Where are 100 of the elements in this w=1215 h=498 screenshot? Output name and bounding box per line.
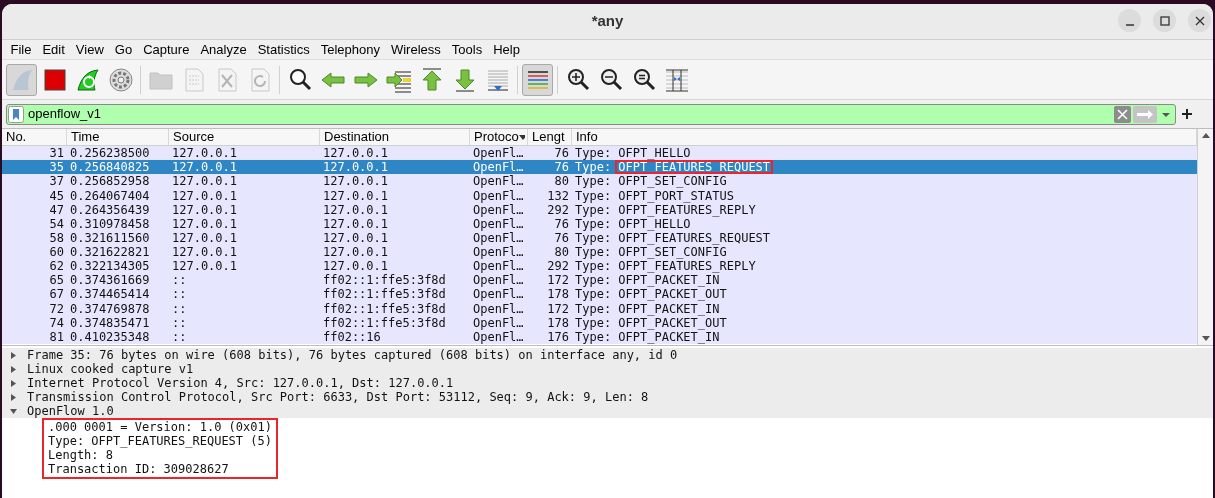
table-cell: 127.0.0.1 [323, 259, 389, 274]
menu-item[interactable]: Telephony [315, 39, 386, 60]
table-cell: 76 [554, 230, 569, 245]
sort-arrow-icon[interactable] [518, 134, 525, 140]
table-cell: 0.256852958 [70, 174, 150, 189]
table-cell: 172 [547, 301, 569, 316]
collapse-arrow-icon[interactable] [10, 407, 17, 415]
table-cell: 81 [49, 329, 64, 344]
table-cell: Type: OFPT_PACKET_OUT [575, 315, 727, 330]
packet-row[interactable]: 31 0.256238500 127.0.0.1 127.0.0.1 OpenFl… 76 Type: OFPT_HELLO [2, 146, 1197, 161]
menu-item[interactable]: Edit [36, 39, 71, 60]
column-header[interactable]: Source [173, 129, 215, 145]
table-cell: 127.0.0.1 [323, 245, 389, 260]
table-cell: 58 [49, 230, 64, 245]
table-cell: 127.0.0.1 [323, 174, 389, 189]
table-cell: Type: OFPT_PORT_STATUS [575, 188, 734, 203]
packet-row[interactable]: 65 0.374361669 :: ff02::1:ffe5:3f8d OpenFl… 172 Type: OFPT_PACKET_IN [2, 273, 1197, 288]
expand-arrow-icon[interactable] [10, 351, 17, 359]
menu-item[interactable]: Tools [446, 39, 488, 60]
table-cell: 0.264067404 [70, 188, 150, 203]
display-filter-field[interactable]: openflow_v1 [6, 103, 1176, 125]
packet-row[interactable]: 37 0.256852958 127.0.0.1 127.0.0.1 OpenFl… 80 Type: OFPT_SET_CONFIG [2, 174, 1197, 189]
table-cell: Type: OFPT_SET_CONFIG [575, 245, 727, 260]
table-cell: OpenFl… [473, 245, 524, 260]
table-cell: 76 [554, 216, 569, 231]
packet-row[interactable]: 45 0.264067404 127.0.0.1 127.0.0.1 OpenFl… 132 Type: OFPT_PORT_STATUS [2, 188, 1197, 203]
expand-arrow-icon[interactable] [10, 393, 17, 401]
close-icon [1194, 15, 1205, 26]
table-cell: OpenFl… [473, 329, 524, 344]
table-cell: :: [172, 287, 187, 302]
table-cell: OpenFl… [473, 259, 524, 274]
table-cell: 31 [49, 146, 64, 161]
table-cell: Type: OFPT_PACKET_IN [575, 329, 720, 344]
table-cell: OpenFl… [473, 188, 524, 203]
column-header[interactable]: Destination [324, 129, 390, 145]
table-cell: ff02::1:ffe5:3f8d [323, 273, 446, 288]
scrollbar[interactable] [1197, 129, 1213, 345]
table-cell: 292 [547, 259, 569, 274]
column-header[interactable]: Protoco [474, 129, 519, 145]
table-cell: 45 [49, 188, 64, 203]
table-cell: 127.0.0.1 [323, 160, 389, 175]
table-cell: 80 [554, 245, 569, 260]
table-cell: ff02::1:ffe5:3f8d [323, 315, 446, 330]
table-cell: 127.0.0.1 [172, 146, 238, 161]
table-cell: OpenFl… [473, 273, 524, 288]
menu-item[interactable]: File [5, 39, 37, 60]
close-button[interactable] [1188, 9, 1211, 32]
table-cell: ff02::16 [323, 329, 381, 344]
table-cell: 0.374465414 [70, 287, 150, 302]
table-cell: 0.256840825 [70, 160, 150, 175]
table-cell: 0.374835471 [70, 315, 150, 330]
menu-item[interactable]: Capture [137, 39, 195, 60]
menu-item[interactable]: Help [487, 39, 526, 60]
table-cell: Type: OFPT_SET_CONFIG [575, 174, 727, 189]
maximize-button[interactable] [1153, 9, 1176, 32]
bookmark-icon[interactable] [8, 105, 24, 123]
window-title: *any [591, 11, 624, 32]
table-cell: 178 [547, 287, 569, 302]
plus-icon[interactable] [1182, 109, 1192, 119]
table-cell: Type: OFPT_HELLO [575, 216, 691, 231]
table-cell: 0.410235348 [70, 329, 150, 344]
menu-item[interactable]: Analyze [194, 39, 253, 60]
column-header[interactable]: Lengt [532, 129, 565, 145]
tree-item[interactable]: OpenFlow 1.0 [27, 402, 114, 420]
table-cell: 132 [547, 188, 569, 203]
menu-item[interactable]: Wireless [385, 39, 447, 60]
table-cell: 0.264356439 [70, 202, 150, 217]
table-cell: 127.0.0.1 [323, 202, 389, 217]
expand-arrow-icon[interactable] [10, 365, 17, 373]
menu-item[interactable]: Statistics [252, 39, 316, 60]
table-cell: Type: OFPT_HELLO [575, 146, 691, 161]
packet-row[interactable]: 35 0.256840825 127.0.0.1 127.0.0.1 OpenFl… 76 Type: OFPT_FEATURES_REQUEST [2, 160, 1197, 175]
table-cell: 172 [547, 273, 569, 288]
column-header[interactable]: No. [6, 129, 27, 145]
scroll-up-icon[interactable] [1200, 131, 1211, 139]
table-cell: :: [172, 301, 187, 316]
table-cell: Type: OFPT_FEATURES_REPLY [575, 259, 756, 274]
clear-icon[interactable] [1114, 105, 1131, 123]
column-header[interactable]: Info [576, 129, 598, 145]
minimize-button[interactable] [1118, 9, 1141, 32]
packet-row[interactable]: 62 0.322134305 127.0.0.1 127.0.0.1 OpenFl… 292 Type: OFPT_FEATURES_REPLY [2, 259, 1197, 274]
table-cell: 76 [554, 160, 569, 175]
table-cell: 127.0.0.1 [323, 216, 389, 231]
table-cell: 127.0.0.1 [172, 216, 238, 231]
table-cell: 127.0.0.1 [323, 146, 389, 161]
scroll-down-icon[interactable] [1200, 335, 1211, 343]
menu-item[interactable]: View [70, 39, 110, 60]
menu-item[interactable]: Go [109, 39, 138, 60]
table-cell: OpenFl… [473, 230, 524, 245]
table-cell: 127.0.0.1 [172, 202, 238, 217]
table-cell: OpenFl… [473, 160, 524, 175]
expand-arrow-icon[interactable] [10, 379, 17, 387]
packet-row[interactable]: 67 0.374465414 :: ff02::1:ffe5:3f8d OpenFl… 178 Type: OFPT_PACKET_OUT [2, 287, 1197, 302]
filter-text: openflow_v1 [28, 105, 102, 124]
table-cell: 72 [49, 301, 64, 316]
column-header[interactable]: Time [71, 129, 100, 145]
table-cell: OpenFl… [473, 174, 524, 189]
table-cell: Type: OFPT_PACKET_IN [575, 301, 720, 316]
table-cell: 0.374769878 [70, 301, 150, 316]
table-cell: Type: OFPT_FEATURES_REQUEST [575, 160, 771, 175]
